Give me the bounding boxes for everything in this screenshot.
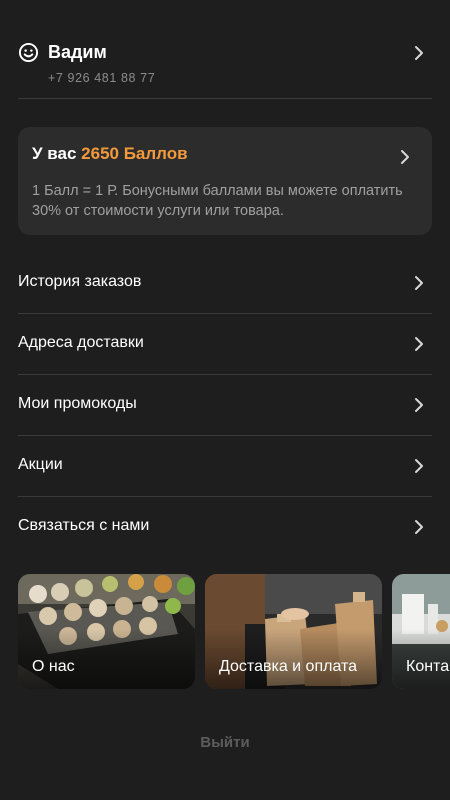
profile-header[interactable]: Вадим +7 926 481 88 77 [18, 36, 432, 99]
chevron-right-icon [415, 276, 423, 290]
smile-icon [18, 42, 39, 63]
chevron-right-icon [415, 46, 423, 60]
menu-item-label: Акции [18, 456, 63, 473]
bonus-points: 2650 Баллов [81, 144, 188, 163]
menu-list: История заказов Адреса доставки Мои пром… [18, 253, 432, 558]
menu-item-promotions[interactable]: Акции [18, 436, 432, 497]
logout-button[interactable]: Выйти [0, 734, 450, 751]
chevron-right-icon [401, 150, 409, 164]
menu-item-order-history[interactable]: История заказов [18, 253, 432, 314]
chevron-right-icon [415, 459, 423, 473]
menu-item-delivery-addresses[interactable]: Адреса доставки [18, 314, 432, 375]
card-caption: О нас [32, 658, 75, 675]
menu-item-label: Связаться с нами [18, 517, 150, 534]
card-delivery-payment[interactable]: Доставка и оплата [205, 574, 382, 689]
chevron-right-icon [415, 398, 423, 412]
menu-item-label: Адреса доставки [18, 334, 144, 351]
bonus-description: 1 Балл = 1 Р. Бонусными баллами вы может… [32, 183, 403, 219]
profile-name: Вадим [48, 42, 107, 62]
card-contacts[interactable]: Контакты [392, 574, 450, 689]
card-caption: Доставка и оплата [219, 658, 358, 675]
profile-phone: +7 926 481 88 77 [48, 71, 156, 85]
menu-item-contact-us[interactable]: Связаться с нами [18, 497, 432, 558]
chevron-right-icon [415, 337, 423, 351]
menu-item-promocodes[interactable]: Мои промокоды [18, 375, 432, 436]
info-cards-carousel[interactable]: О нас Доставка и оплата Конта [18, 574, 450, 689]
menu-item-label: История заказов [18, 273, 142, 290]
bonus-card[interactable]: У вас 2650 Баллов 1 Балл = 1 Р. Бонусным… [18, 127, 432, 235]
bonus-title: У вас 2650 Баллов [32, 144, 188, 164]
menu-item-label: Мои промокоды [18, 395, 137, 412]
chevron-right-icon [415, 520, 423, 534]
card-about-us[interactable]: О нас [18, 574, 195, 689]
card-caption: Контакты [406, 658, 450, 675]
bonus-title-prefix: У вас [32, 144, 82, 163]
